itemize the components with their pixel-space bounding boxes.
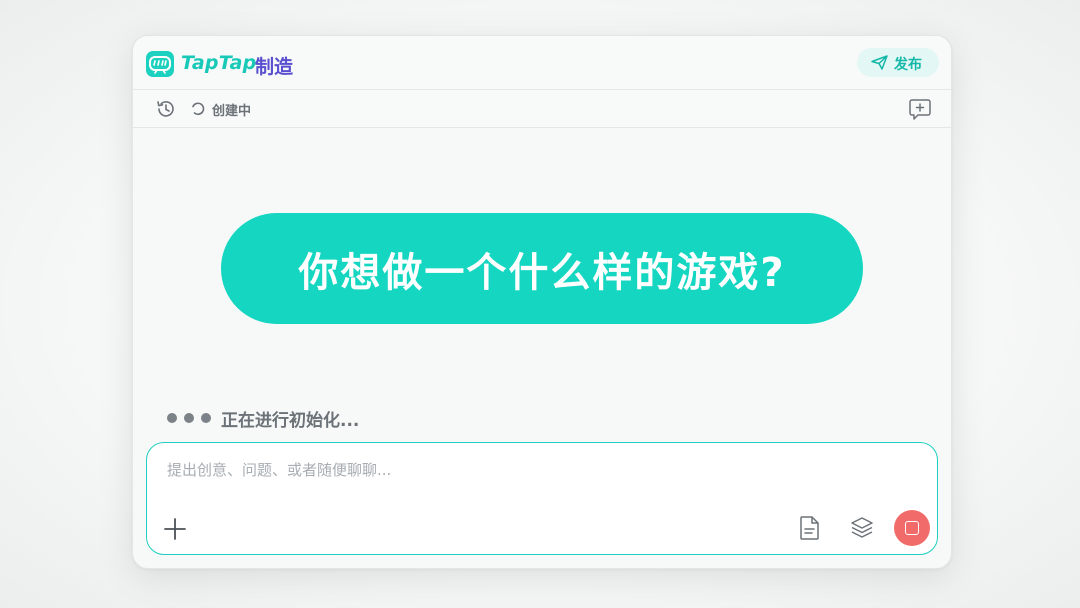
spinner-icon: [192, 102, 205, 116]
document-icon[interactable]: [799, 515, 821, 541]
app-window: TapTap 制造 发布 创建中 你想做一个什么样的游戏? 正在进行初始化...…: [132, 35, 952, 569]
hero-prompt-banner: 你想做一个什么样的游戏?: [221, 213, 863, 324]
stop-button[interactable]: [894, 510, 930, 546]
send-icon: [871, 55, 888, 70]
title-bar: TapTap 制造 发布: [133, 36, 951, 90]
stage: TapTap 制造 发布 创建中 你想做一个什么样的游戏? 正在进行初始化...…: [0, 0, 1080, 608]
loading-dot: [184, 413, 194, 423]
publish-label: 发布: [894, 57, 922, 73]
history-icon[interactable]: [155, 98, 177, 120]
message-input[interactable]: [165, 457, 909, 491]
toolbar: 创建中: [133, 90, 951, 128]
message-composer: [146, 442, 938, 555]
layers-icon[interactable]: [849, 515, 875, 541]
loading-dot: [201, 413, 211, 423]
stop-icon: [905, 521, 919, 535]
loading-dot: [167, 413, 177, 423]
brand-name: TapTap: [181, 52, 257, 74]
brand-subtitle: 制造: [255, 56, 294, 78]
loading-text: 正在进行初始化...: [221, 411, 360, 431]
new-chat-icon[interactable]: [908, 97, 932, 121]
publish-button[interactable]: 发布: [857, 48, 939, 77]
hero-title: 你想做一个什么样的游戏?: [298, 249, 786, 296]
status-label: 创建中: [212, 104, 252, 119]
plus-icon[interactable]: [163, 517, 187, 541]
gamepad-logo-icon: [146, 51, 174, 77]
